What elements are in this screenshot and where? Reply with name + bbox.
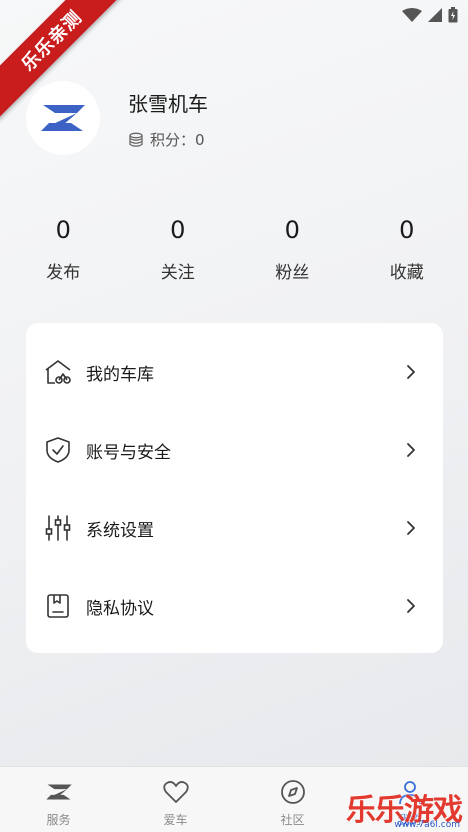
- brand-logo-icon: [44, 779, 74, 805]
- username: 张雪机车: [128, 92, 208, 116]
- stat-posts[interactable]: 0 发布: [6, 212, 121, 283]
- heart-icon: [162, 779, 189, 805]
- brand-logo-icon: [41, 105, 85, 131]
- status-icons: [402, 6, 458, 24]
- avatar[interactable]: [26, 81, 100, 155]
- chevron-right-icon: [405, 442, 417, 458]
- stat-value: 0: [55, 216, 71, 244]
- garage-icon: [44, 358, 72, 386]
- chevron-right-icon: [405, 364, 417, 380]
- battery-icon: [448, 7, 458, 23]
- tab-label: 社区: [280, 813, 305, 827]
- stat-followers[interactable]: 0 粉丝: [235, 212, 350, 283]
- tab-label: 爱车: [163, 813, 188, 827]
- coin-stack-icon: [129, 132, 143, 147]
- menu-item-privacy[interactable]: 隐私协议: [26, 567, 443, 645]
- stat-label: 发布: [46, 263, 81, 283]
- document-icon: [44, 592, 72, 620]
- points-label: 积分：0: [150, 131, 205, 149]
- watermark-url: www.7a6l.com: [394, 820, 460, 830]
- wifi-icon: [402, 8, 422, 22]
- compass-icon: [280, 779, 306, 805]
- tab-label: 服务: [46, 813, 71, 827]
- tab-service[interactable]: 服务: [0, 767, 117, 832]
- stat-label: 收藏: [389, 263, 424, 283]
- stat-label: 粉丝: [275, 263, 310, 283]
- menu-label: 账号与安全: [86, 442, 171, 463]
- tab-community[interactable]: 社区: [234, 767, 351, 832]
- chevron-right-icon: [405, 520, 417, 536]
- menu-item-account-security[interactable]: 账号与安全: [26, 411, 443, 489]
- stat-value: 0: [399, 216, 415, 244]
- menu-item-system-settings[interactable]: 系统设置: [26, 489, 443, 567]
- points-row: 积分：0: [128, 129, 205, 150]
- menu-label: 系统设置: [86, 520, 154, 541]
- chevron-right-icon: [405, 598, 417, 614]
- settings-menu-card: 我的车库 账号与安全 系统设置 隐私协议: [26, 323, 443, 653]
- stat-label: 关注: [160, 263, 195, 283]
- tab-my-car[interactable]: 爱车: [117, 767, 234, 832]
- signal-icon: [428, 8, 442, 22]
- sliders-icon: [44, 514, 72, 542]
- stat-favorites[interactable]: 0 收藏: [350, 212, 465, 283]
- menu-label: 隐私协议: [86, 598, 154, 619]
- stat-following[interactable]: 0 关注: [121, 212, 236, 283]
- menu-item-garage[interactable]: 我的车库: [26, 333, 443, 411]
- shield-check-icon: [44, 436, 72, 464]
- stat-value: 0: [170, 216, 186, 244]
- stats-row: 0 发布 0 关注 0 粉丝 0 收藏: [6, 212, 464, 283]
- menu-label: 我的车库: [86, 364, 154, 385]
- stat-value: 0: [284, 216, 300, 244]
